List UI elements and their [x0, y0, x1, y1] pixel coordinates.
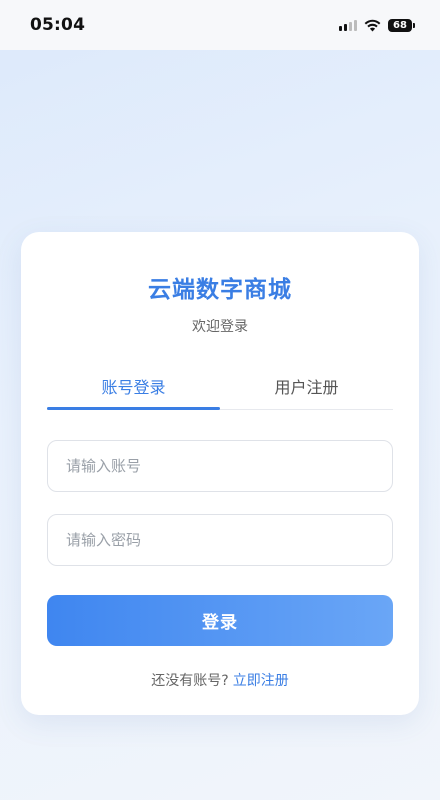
register-prompt: 还没有账号? 立即注册	[21, 670, 419, 690]
status-bar: 05:04 68	[0, 0, 440, 50]
register-link[interactable]: 立即注册	[233, 673, 289, 689]
account-field	[47, 440, 393, 492]
app-subtitle: 欢迎登录	[192, 319, 248, 335]
status-time: 05:04	[30, 15, 86, 35]
password-input[interactable]	[48, 515, 392, 565]
login-button[interactable]: 登录	[47, 595, 393, 646]
app-title: 云端数字商城	[148, 277, 292, 303]
battery-icon: 68	[388, 18, 415, 32]
status-icons: 68	[339, 18, 415, 32]
tab-account-login[interactable]: 账号登录	[47, 372, 220, 410]
auth-tabs: 账号登录 用户注册	[47, 372, 393, 410]
login-card: 云端数字商城 欢迎登录 账号登录 用户注册 登录 还没有账号?立即注册	[21, 232, 419, 715]
register-prompt-text: 还没有账号?	[151, 673, 229, 689]
signal-icon	[339, 19, 357, 31]
tab-user-register[interactable]: 用户注册	[220, 372, 393, 409]
account-input[interactable]	[48, 441, 392, 491]
password-field	[47, 514, 393, 566]
wifi-icon	[364, 19, 381, 31]
